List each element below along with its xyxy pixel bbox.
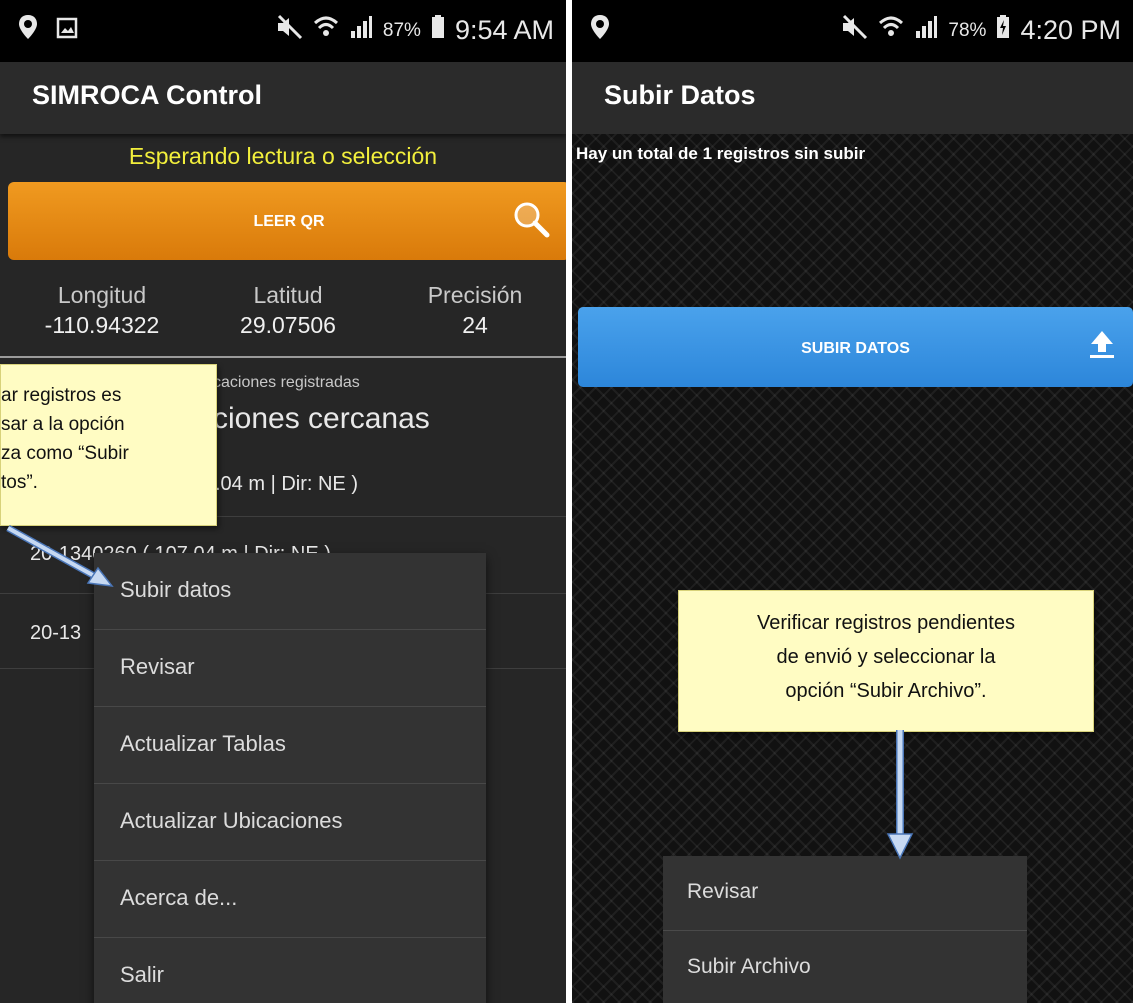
menu-item-actualizar-ubicaciones[interactable]: Actualizar Ubicaciones	[94, 784, 486, 861]
mute-icon	[275, 14, 303, 47]
battery-percent: 78%	[948, 19, 987, 41]
wifi-icon	[878, 14, 904, 47]
action-bar: Subir Datos	[572, 62, 1133, 134]
upload-data-button[interactable]: SUBIR DATOS	[578, 307, 1133, 387]
upload-icon	[1087, 329, 1117, 366]
nearby-title: ciones cercanas	[213, 402, 430, 435]
wifi-icon	[313, 14, 339, 47]
longitude-value: -110.94322	[44, 312, 160, 338]
latitude-field: Latitud 29.07506	[198, 280, 378, 340]
instruction-callout: Verificar registros pendientes de envió …	[678, 590, 1094, 732]
menu-item-label: Revisar	[687, 880, 759, 903]
read-qr-button[interactable]: LEER QR	[8, 182, 566, 260]
battery-percent: 87%	[382, 19, 421, 41]
list-item-text: 20-13	[30, 622, 82, 644]
menu-item-label: Acerca de...	[120, 885, 238, 910]
pending-records-message: Hay un total de 1 registros sin subir	[576, 144, 866, 163]
options-menu: Revisar Subir Archivo	[663, 856, 1027, 1003]
battery-icon	[431, 15, 445, 46]
menu-item-label: Subir datos	[120, 577, 232, 602]
right-screen: 78% 4:20 PM Subir Datos Hay un total de …	[572, 0, 1133, 1003]
status-bar: 78% 4:20 PM	[572, 0, 1133, 62]
menu-item-revisar[interactable]: Revisar	[663, 856, 1027, 931]
read-qr-label: LEER QR	[253, 213, 325, 230]
menu-item-acerca-de[interactable]: Acerca de...	[94, 861, 486, 938]
latitude-label: Latitud	[253, 282, 323, 308]
longitude-field: Longitud -110.94322	[12, 280, 192, 340]
divider	[0, 356, 566, 358]
clock: 9:54 AM	[454, 15, 554, 45]
precision-field: Precisión 24	[385, 280, 565, 340]
latitude-value: 29.07506	[240, 312, 336, 338]
precision-value: 24	[462, 312, 488, 338]
menu-item-label: Revisar	[120, 654, 195, 679]
nearby-subtitle: caciones registradas	[213, 374, 360, 391]
left-screen: 87% 9:54 AM SIMROCA Control Esperando le…	[0, 0, 566, 1003]
status-message: Esperando lectura o selección	[128, 143, 438, 169]
menu-item-label: Actualizar Ubicaciones	[120, 808, 343, 833]
app-title: SIMROCA Control	[32, 80, 262, 110]
menu-item-actualizar-tablas[interactable]: Actualizar Tablas	[94, 707, 486, 784]
action-bar: SIMROCA Control	[0, 62, 566, 134]
callout-text: Verificar registros pendientes de envió …	[757, 612, 1015, 702]
menu-item-label: Subir Archivo	[687, 955, 811, 978]
mute-icon	[840, 14, 868, 47]
clock: 4:20 PM	[1020, 15, 1121, 45]
menu-item-label: Salir	[120, 962, 165, 987]
location-pin-icon	[590, 14, 610, 47]
signal-icon	[349, 15, 373, 46]
options-menu: Subir datos Revisar Actualizar Tablas Ac…	[94, 553, 486, 1003]
menu-item-revisar[interactable]: Revisar	[94, 630, 486, 707]
precision-label: Precisión	[427, 282, 523, 308]
battery-icon	[996, 15, 1010, 46]
screen-title: Subir Datos	[604, 80, 756, 110]
image-icon	[56, 15, 78, 46]
callout-text: ar registros es sar a la opción za como …	[1, 385, 129, 493]
search-icon	[512, 200, 552, 245]
upload-data-label: SUBIR DATOS	[801, 340, 910, 357]
instruction-callout: ar registros es sar a la opción za como …	[0, 364, 217, 526]
menu-item-subir-archivo[interactable]: Subir Archivo	[663, 931, 1027, 1003]
longitude-label: Longitud	[57, 282, 147, 308]
menu-item-salir[interactable]: Salir	[94, 938, 486, 1003]
menu-item-label: Actualizar Tablas	[120, 731, 286, 756]
menu-item-subir-datos[interactable]: Subir datos	[94, 553, 486, 630]
list-item-text: .04 m | Dir: NE )	[215, 473, 358, 495]
status-bar: 87% 9:54 AM	[0, 0, 566, 62]
signal-icon	[914, 15, 938, 46]
location-pin-icon	[18, 14, 38, 47]
